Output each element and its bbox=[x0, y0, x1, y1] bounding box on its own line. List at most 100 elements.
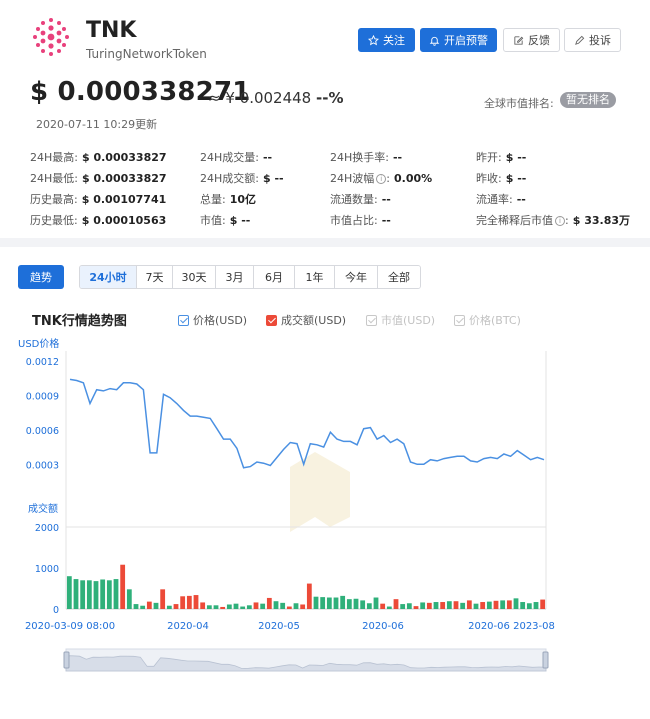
stat-item: 市值: $ -- bbox=[200, 212, 250, 228]
volume-bar bbox=[140, 605, 146, 609]
volume-bar bbox=[160, 589, 166, 609]
volume-bar bbox=[366, 603, 372, 609]
stat-value: $ -- bbox=[505, 151, 527, 164]
volume-bar bbox=[93, 581, 99, 609]
rank-label: 全球市值排名: bbox=[484, 97, 554, 110]
coin-logo-icon bbox=[33, 18, 69, 56]
volume-bar bbox=[253, 602, 259, 609]
stat-label: 昨收: bbox=[476, 172, 502, 185]
volume-bar bbox=[500, 600, 506, 609]
stat-item: 24H换手率: -- bbox=[330, 149, 402, 165]
follow-button[interactable]: 关注 bbox=[358, 28, 415, 52]
stat-label: 历史最低: bbox=[30, 214, 78, 227]
volume-bar bbox=[313, 596, 319, 609]
stat-item: 昨开: $ -- bbox=[476, 149, 526, 165]
stat-label: 昨开: bbox=[476, 151, 502, 164]
volume-bar bbox=[473, 603, 479, 609]
price-tick-label: 0.0003 bbox=[26, 460, 59, 471]
stat-label: 市值: bbox=[200, 214, 226, 227]
volume-bar bbox=[446, 601, 452, 609]
stat-value: $ 0.00107741 bbox=[81, 193, 167, 206]
stat-label: 流通数量: bbox=[330, 193, 378, 206]
stat-value: $ -- bbox=[229, 214, 251, 227]
stat-item: 24H最高: $ 0.00033827 bbox=[30, 149, 167, 165]
stat-label: 流通率: bbox=[476, 193, 513, 206]
price-cny: ≈ ¥ 0.002448 bbox=[208, 89, 312, 107]
volume-bar bbox=[520, 602, 526, 609]
stat-item: 24H成交量: -- bbox=[200, 149, 272, 165]
volume-bar bbox=[66, 576, 72, 609]
volume-tick-label: 0 bbox=[53, 605, 59, 616]
zoom-handle-right[interactable] bbox=[542, 651, 549, 669]
zoom-handle-left[interactable] bbox=[63, 651, 70, 669]
alert-button[interactable]: 开启预警 bbox=[420, 28, 497, 52]
rank-badge: 暂无排名 bbox=[560, 92, 616, 108]
price-tick-label: 0.0009 bbox=[26, 391, 59, 402]
stat-label: 24H换手率: bbox=[330, 151, 389, 164]
volume-bar bbox=[360, 600, 366, 609]
stat-label: 历史最高: bbox=[30, 193, 78, 206]
volume-bar bbox=[80, 580, 86, 609]
volume-bar bbox=[260, 603, 266, 609]
watermark-logo-icon bbox=[290, 452, 350, 532]
volume-bar bbox=[440, 602, 446, 609]
stat-value: -- bbox=[392, 151, 403, 164]
follow-label: 关注 bbox=[383, 34, 405, 47]
volume-bar bbox=[200, 602, 206, 609]
volume-bar bbox=[286, 606, 292, 609]
stat-item: 总量: 10亿 bbox=[200, 191, 256, 207]
volume-bar bbox=[113, 579, 119, 609]
volume-bar bbox=[480, 602, 486, 609]
info-icon[interactable]: i bbox=[376, 174, 387, 184]
volume-bar bbox=[106, 580, 112, 609]
volume-tick-label: 2000 bbox=[35, 523, 59, 534]
volume-bar bbox=[206, 605, 212, 609]
volume-bar bbox=[540, 599, 546, 609]
info-icon[interactable]: i bbox=[555, 216, 565, 226]
price-change: --% bbox=[316, 89, 344, 107]
stat-item: 24H波幅 i:0.00% bbox=[330, 170, 432, 186]
stat-value: $ 0.00033827 bbox=[81, 172, 167, 185]
stat-value: $ 0.00033827 bbox=[81, 151, 167, 164]
stat-label: 24H波幅 bbox=[330, 172, 375, 185]
coin-symbol: TNK bbox=[86, 18, 137, 43]
stat-item: 24H成交额: $ -- bbox=[200, 170, 284, 186]
volume-bar bbox=[133, 604, 139, 609]
complaint-button[interactable]: 投诉 bbox=[564, 28, 621, 52]
volume-bar bbox=[226, 604, 232, 609]
stat-item: 昨收: $ -- bbox=[476, 170, 526, 186]
stat-colon: : bbox=[565, 214, 569, 227]
stat-value: $ 0.00010563 bbox=[81, 214, 167, 227]
volume-bar bbox=[180, 596, 186, 609]
price-tick-label: 0.0012 bbox=[26, 357, 59, 368]
bell-icon bbox=[429, 36, 440, 46]
volume-bar bbox=[346, 599, 352, 609]
feedback-button[interactable]: 反馈 bbox=[503, 28, 560, 52]
stat-value: -- bbox=[262, 151, 273, 164]
x-tick-label: 2020-05 bbox=[258, 621, 300, 632]
volume-axis-label: 成交额 bbox=[28, 502, 58, 515]
stat-label: 总量: bbox=[200, 193, 226, 206]
volume-bar bbox=[306, 583, 312, 609]
volume-bar bbox=[393, 599, 399, 609]
edit-icon bbox=[514, 35, 524, 45]
volume-bar bbox=[153, 602, 159, 609]
stat-label: 24H成交量: bbox=[200, 151, 259, 164]
volume-bar bbox=[240, 606, 246, 609]
volume-bar bbox=[273, 601, 279, 609]
volume-bar bbox=[213, 605, 219, 609]
volume-bar bbox=[86, 580, 92, 609]
volume-bar bbox=[513, 598, 519, 609]
volume-bar bbox=[300, 604, 306, 609]
volume-bar bbox=[406, 603, 412, 609]
stat-label: 市值占比: bbox=[330, 214, 378, 227]
volume-bar bbox=[533, 602, 539, 609]
volume-bar bbox=[420, 602, 426, 609]
price-axis-label: USD价格 bbox=[18, 337, 59, 350]
update-time: 2020-07-11 10:29更新 bbox=[36, 118, 158, 131]
stat-item: 市值占比: -- bbox=[330, 212, 391, 228]
volume-bar bbox=[326, 597, 332, 609]
volume-bar bbox=[453, 601, 459, 609]
volume-bar bbox=[280, 602, 286, 609]
volume-bar bbox=[246, 605, 252, 609]
